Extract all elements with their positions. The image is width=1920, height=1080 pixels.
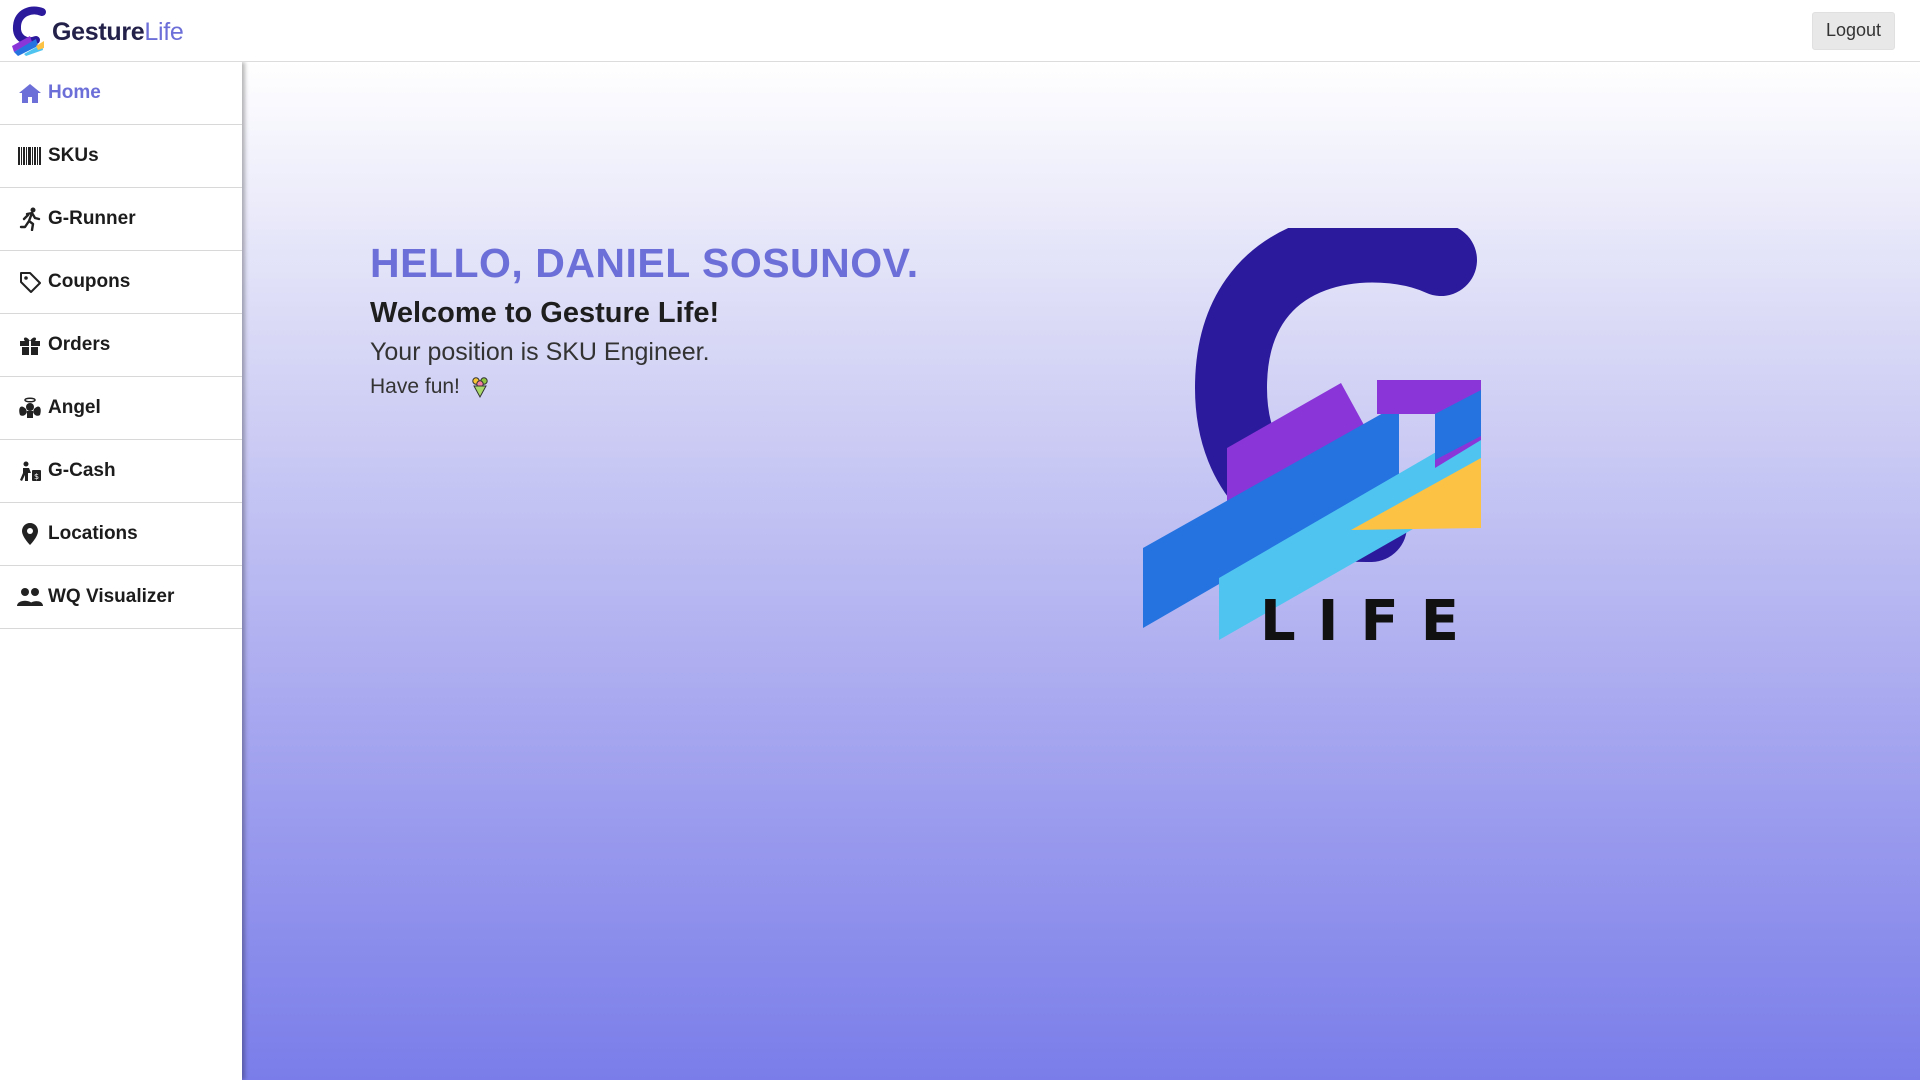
logo-life-text: LIFE (1260, 589, 1481, 648)
sidebar-item-label: Home (48, 82, 101, 103)
sidebar-item-label: SKUs (48, 145, 99, 166)
greeting-block: HELLO, DANIEL SOSUNOV. Welcome to Gestur… (370, 240, 919, 399)
brand-logo[interactable]: GestureLife (10, 0, 184, 62)
sidebar-item-g-cash[interactable]: $ G-Cash (0, 440, 242, 503)
brand-name-part1: Gesture (52, 18, 145, 46)
have-fun-label: Have fun! (370, 375, 460, 398)
map-pin-icon (17, 521, 43, 547)
brand-name-part2: Life (144, 18, 184, 46)
sidebar-item-locations[interactable]: Locations (0, 503, 242, 566)
sidebar-item-label: Orders (48, 334, 111, 355)
cash-icon: $ (17, 458, 43, 484)
welcome-heading: Welcome to Gesture Life! (370, 297, 720, 329)
top-bar: GestureLife Logout (0, 0, 1920, 62)
gift-icon (17, 332, 43, 358)
barcode-icon (17, 143, 43, 169)
main-content: HELLO, DANIEL SOSUNOV. Welcome to Gestur… (242, 62, 1920, 1080)
have-fun-text: Have fun! (370, 375, 919, 399)
sidebar-item-coupons[interactable]: Coupons (0, 251, 242, 314)
runner-icon (17, 206, 43, 232)
sidebar-item-wq-visualizer[interactable]: WQ Visualizer (0, 566, 242, 629)
home-icon (17, 80, 43, 106)
gesture-life-logo-icon (12, 6, 46, 56)
gesture-life-big-logo: LIFE (1143, 228, 1481, 648)
users-icon (17, 584, 43, 610)
sidebar-item-g-runner[interactable]: G-Runner (0, 188, 242, 251)
angel-icon (17, 395, 43, 421)
sidebar-item-orders[interactable]: Orders (0, 314, 242, 377)
bouquet-icon (472, 377, 488, 399)
logout-button[interactable]: Logout (1811, 11, 1895, 50)
sidebar: Home SKUs G-Runner Coupons Orders Angel … (0, 62, 242, 1080)
sidebar-item-skus[interactable]: SKUs (0, 125, 242, 188)
sidebar-item-label: Angel (48, 397, 101, 418)
sidebar-item-label: G-Runner (48, 208, 136, 229)
sidebar-item-label: Locations (48, 523, 138, 544)
sidebar-item-home[interactable]: Home (0, 62, 242, 125)
hello-heading: HELLO, DANIEL SOSUNOV. (370, 240, 919, 286)
sidebar-item-angel[interactable]: Angel (0, 377, 242, 440)
tag-icon (17, 269, 43, 295)
svg-text:$: $ (34, 472, 39, 481)
brand-name: GestureLife (52, 18, 184, 47)
sidebar-item-label: Coupons (48, 271, 131, 292)
sidebar-item-label: WQ Visualizer (48, 586, 175, 607)
sidebar-item-label: G-Cash (48, 460, 116, 481)
position-text: Your position is SKU Engineer. (370, 338, 710, 366)
